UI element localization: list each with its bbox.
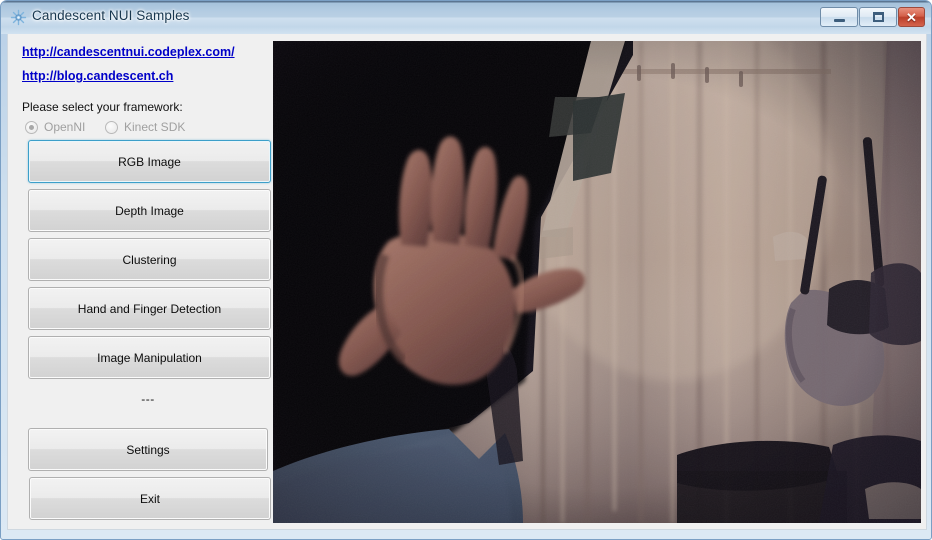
hand-and-finger-detection-button[interactable]: Hand and Finger Detection: [28, 287, 271, 330]
minimize-icon: [821, 8, 857, 26]
radio-openni-indicator: [25, 120, 38, 134]
rgb-camera-preview: [273, 41, 921, 523]
radio-kinect-sdk-indicator: [105, 120, 118, 134]
radio-openni-label: OpenNI: [44, 120, 86, 134]
radio-kinect-sdk[interactable]: Kinect SDK: [105, 119, 185, 135]
close-button[interactable]: ✕: [898, 7, 925, 27]
separator-label: ---: [141, 392, 155, 406]
radio-openni[interactable]: OpenNI: [25, 119, 85, 135]
window-title: Candescent NUI Samples: [32, 8, 190, 23]
depth-image-button[interactable]: Depth Image: [28, 189, 271, 232]
radio-kinect-sdk-label: Kinect SDK: [124, 120, 186, 134]
application-window: Candescent NUI Samples ✕ http://candesce…: [0, 0, 932, 540]
clustering-button[interactable]: Clustering: [28, 238, 271, 281]
framework-label: Please select your framework:: [22, 100, 183, 114]
maximize-icon: [860, 8, 896, 26]
client-area: http://candescentnui.codeplex.com/ http:…: [7, 34, 927, 530]
exit-button[interactable]: Exit: [29, 477, 271, 520]
settings-button[interactable]: Settings: [28, 428, 268, 471]
maximize-button[interactable]: [859, 7, 897, 27]
sidebar-panel: http://candescentnui.codeplex.com/ http:…: [8, 34, 273, 529]
rgb-image-button[interactable]: RGB Image: [28, 140, 271, 183]
title-bar[interactable]: Candescent NUI Samples ✕: [1, 1, 931, 34]
link-blog[interactable]: http://blog.candescent.ch: [22, 69, 173, 83]
close-glyph: ✕: [906, 9, 917, 25]
image-manipulation-button[interactable]: Image Manipulation: [28, 336, 271, 379]
minimize-button[interactable]: [820, 7, 858, 27]
link-codeplex[interactable]: http://candescentnui.codeplex.com/: [22, 45, 235, 59]
snowflake-icon: [10, 9, 27, 26]
rgb-camera-preview-frame: [273, 41, 921, 523]
close-icon: ✕: [899, 8, 924, 26]
